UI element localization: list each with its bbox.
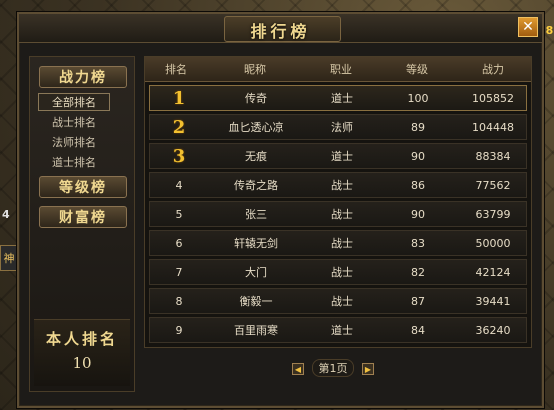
rank-cell: 4: [175, 178, 183, 192]
rank-cell: 7: [175, 265, 183, 279]
nav-category-level[interactable]: 等级榜: [39, 176, 127, 198]
rank-cell: 8: [175, 294, 183, 308]
power-cell: 42124: [475, 265, 511, 279]
class-cell: 战士: [331, 266, 353, 279]
name-cell: 传奇之路: [234, 179, 278, 192]
next-page-icon[interactable]: ▶: [362, 363, 374, 375]
my-rank-label: 本人排名: [45, 330, 118, 348]
window-title: 排行榜: [250, 22, 311, 41]
rank-cell: 9: [175, 323, 183, 337]
name-cell: 轩辕无剑: [234, 237, 278, 250]
prev-page-icon[interactable]: ◀: [292, 363, 304, 375]
level-cell: 86: [411, 178, 425, 192]
title-bar[interactable]: 排行榜 ✕: [19, 14, 542, 43]
table-row[interactable]: 5 张三 战士 90 63799: [149, 201, 527, 227]
nav-category-power[interactable]: 战力榜: [39, 66, 127, 88]
table-row[interactable]: 2 血匕透心凉 法师 89 104448: [149, 114, 527, 140]
class-cell: 道士: [331, 324, 353, 337]
level-cell: 83: [411, 236, 425, 250]
level-cell: 82: [411, 265, 425, 279]
nav-sub-all-rank[interactable]: 全部排名: [38, 93, 110, 111]
class-cell: 战士: [331, 179, 353, 192]
power-cell: 36240: [475, 323, 511, 337]
ranking-table: 排名 昵称 职业 等级 战力 1 传奇 道士 100 105852 2 血匕透心…: [144, 56, 532, 348]
background-side-text: 4: [2, 208, 10, 221]
class-cell: 战士: [331, 208, 353, 221]
nav-sub-mage-rank[interactable]: 法师排名: [38, 133, 110, 151]
rank-cell: 1: [172, 87, 186, 109]
rank-cell: 6: [175, 236, 183, 250]
class-cell: 道士: [331, 92, 353, 105]
table-row[interactable]: 4 传奇之路 战士 86 77562: [149, 172, 527, 198]
level-cell: 84: [411, 323, 425, 337]
table-header: 排名 昵称 职业 等级 战力: [145, 57, 531, 82]
ranking-window: 排行榜 ✕ 战力榜 全部排名 战士排名 法师排名 道士排名 等级榜 财富榜 本人…: [17, 12, 544, 408]
page-indicator: 第1页: [312, 359, 354, 377]
background-side-badge: 神: [0, 245, 18, 271]
level-cell: 100: [407, 91, 429, 105]
power-cell: 50000: [475, 236, 511, 250]
header-name: 昵称: [244, 63, 266, 76]
header-power: 战力: [482, 63, 504, 76]
table-row[interactable]: 6 轩辕无剑 战士 83 50000: [149, 230, 527, 256]
class-cell: 战士: [331, 295, 353, 308]
name-cell: 百里雨寒: [234, 324, 278, 337]
name-cell: 衡毅一: [239, 295, 273, 308]
power-cell: 39441: [475, 294, 511, 308]
power-cell: 77562: [475, 178, 511, 192]
level-cell: 90: [411, 207, 425, 221]
name-cell: 传奇: [245, 92, 267, 105]
table-row[interactable]: 3 无痕 道士 90 88384: [149, 143, 527, 169]
power-cell: 104448: [472, 120, 514, 134]
level-cell: 90: [411, 149, 425, 163]
level-cell: 89: [411, 120, 425, 134]
level-cell: 87: [411, 294, 425, 308]
power-cell: 105852: [472, 91, 514, 105]
close-icon[interactable]: ✕: [518, 17, 538, 37]
table-row[interactable]: 7 大门 战士 82 42124: [149, 259, 527, 285]
nav-category-wealth[interactable]: 财富榜: [39, 206, 127, 228]
power-cell: 63799: [475, 207, 511, 221]
table-row[interactable]: 8 衡毅一 战士 87 39441: [149, 288, 527, 314]
class-cell: 法师: [331, 121, 353, 134]
name-cell: 张三: [245, 208, 267, 221]
class-cell: 战士: [331, 237, 353, 250]
ranking-nav: 战力榜 全部排名 战士排名 法师排名 道士排名 等级榜 财富榜 本人排名 10: [29, 56, 135, 392]
rank-cell: 3: [172, 145, 186, 167]
nav-sub-taoist-rank[interactable]: 道士排名: [38, 153, 110, 171]
name-cell: 无痕: [245, 150, 267, 163]
header-rank: 排名: [165, 63, 187, 76]
rank-cell: 5: [175, 207, 183, 221]
table-row[interactable]: 1 传奇 道士 100 105852: [149, 85, 527, 111]
table-row[interactable]: 9 百里雨寒 道士 84 36240: [149, 317, 527, 343]
name-cell: 血匕透心凉: [228, 121, 284, 134]
class-cell: 道士: [331, 150, 353, 163]
header-level: 等级: [406, 63, 428, 76]
rank-cell: 2: [172, 116, 186, 138]
nav-sub-warrior-rank[interactable]: 战士排名: [38, 113, 110, 131]
my-rank-value: 10: [72, 354, 92, 372]
header-class: 职业: [330, 63, 352, 76]
name-cell: 大门: [245, 266, 267, 279]
pagination: ◀ 第1页 ▶: [144, 350, 532, 392]
power-cell: 88384: [475, 149, 511, 163]
